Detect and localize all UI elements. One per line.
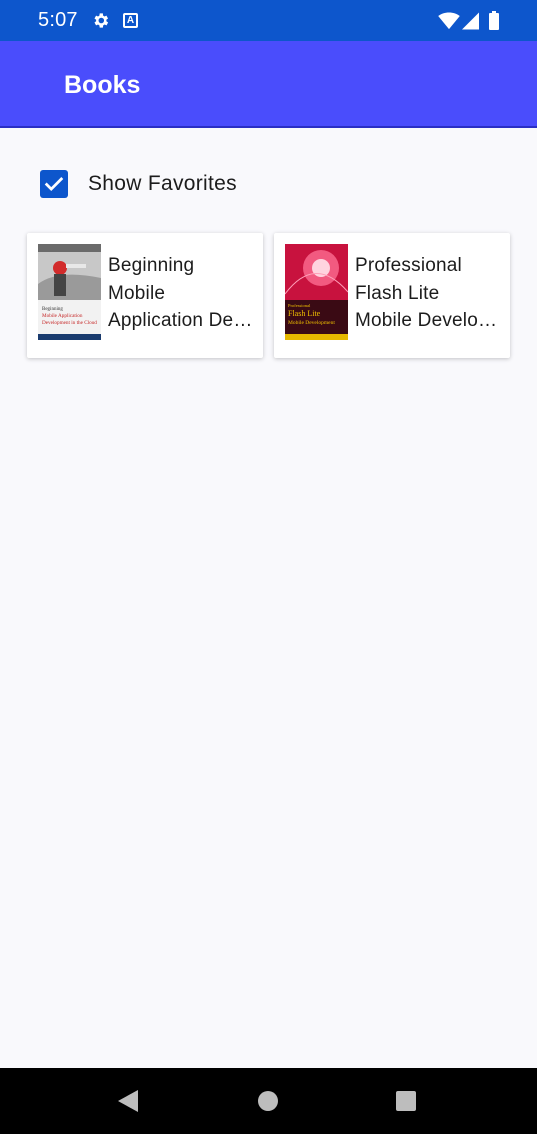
book-title-line: Application Development in the Cloud <box>108 310 254 331</box>
recents-icon[interactable] <box>396 1091 416 1111</box>
wifi-icon <box>438 12 460 30</box>
show-favorites-toggle[interactable]: Show Favorites <box>40 168 300 200</box>
book-title-line: Mobile <box>108 282 166 304</box>
battery-icon <box>489 11 499 30</box>
app-bar: Books <box>0 41 537 128</box>
check-icon <box>44 177 64 191</box>
book-cover-image: Professional Flash Lite Mobile Developme… <box>285 244 348 340</box>
back-icon[interactable] <box>118 1090 138 1112</box>
cover-line: Development in the Cloud <box>42 320 97 326</box>
book-title: Beginning Mobile Application Development… <box>108 252 254 335</box>
cover-line: Flash Lite <box>288 309 321 318</box>
book-title: Professional Flash Lite Mobile Developme… <box>355 252 501 335</box>
favorites-label: Show Favorites <box>88 172 237 195</box>
cover-line: Mobile Application <box>42 313 83 319</box>
page-title: Books <box>64 71 141 99</box>
text-a-icon: A <box>123 13 138 28</box>
book-cover-image: Beginning Mobile Application Development… <box>38 244 101 340</box>
book-card[interactable]: Beginning Mobile Application Development… <box>27 233 263 358</box>
book-title-line: Mobile Development <box>355 310 501 331</box>
cover-line: Mobile Development <box>288 320 335 326</box>
home-icon[interactable] <box>258 1091 278 1111</box>
book-title-line: Professional <box>355 255 462 276</box>
cover-top-word: Beginning <box>42 307 63 312</box>
favorites-checkbox[interactable] <box>40 170 68 198</box>
system-nav-bar <box>0 1068 537 1134</box>
book-title-line: Beginning <box>108 255 195 276</box>
status-bar: 5:07 A <box>0 0 537 41</box>
gear-icon <box>94 13 109 28</box>
status-time: 5:07 <box>38 9 78 31</box>
book-card[interactable]: Professional Flash Lite Mobile Developme… <box>274 233 510 358</box>
cover-top-word: Professional <box>288 303 311 308</box>
book-title-line: Flash Lite <box>355 282 440 304</box>
signal-icon <box>462 12 479 30</box>
